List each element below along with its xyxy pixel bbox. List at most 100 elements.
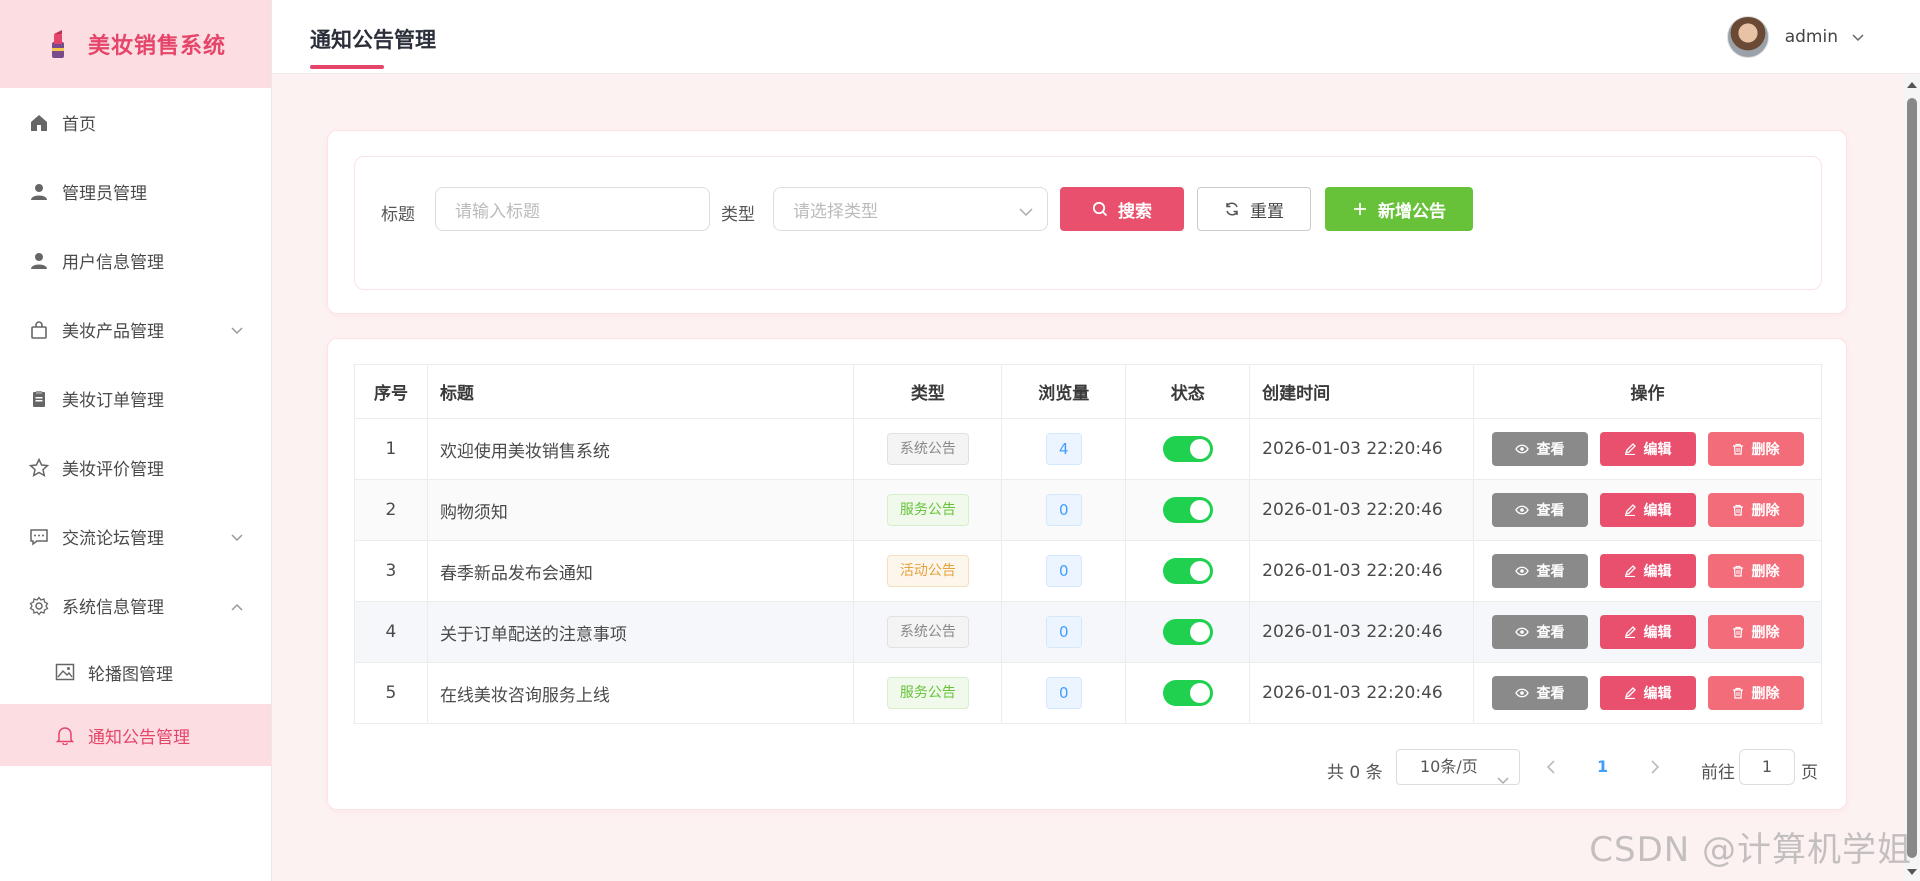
delete-button[interactable]: 删除 xyxy=(1707,493,1804,527)
sidebar-item-orders[interactable]: 美妆订单管理 xyxy=(0,364,271,433)
status-toggle[interactable] xyxy=(1162,619,1213,645)
status-toggle[interactable] xyxy=(1162,497,1213,523)
sidebar-item-system[interactable]: 系统信息管理 xyxy=(0,571,271,640)
sidebar-item-home[interactable]: 首页 xyxy=(0,88,271,157)
chevron-down-icon xyxy=(1497,763,1509,797)
type-tag: 活动公告 xyxy=(886,555,969,587)
eye-icon xyxy=(1514,688,1529,698)
view-button[interactable]: 查看 xyxy=(1491,676,1588,710)
edit-button[interactable]: 编辑 xyxy=(1599,554,1696,588)
table-row[interactable]: 1 欢迎使用美妆销售系统 系统公告 4 2026-01-03 22:20:46 … xyxy=(354,418,1822,480)
status-toggle[interactable] xyxy=(1162,558,1213,584)
table-row[interactable]: 5 在线美妆咨询服务上线 服务公告 0 2026-01-03 22:20:46 … xyxy=(354,662,1822,724)
prev-page-button[interactable] xyxy=(1546,759,1556,779)
active-tab-underline xyxy=(310,65,384,69)
sidebar-item-admins[interactable]: 管理员管理 xyxy=(0,157,271,226)
scroll-up-arrow-icon[interactable] xyxy=(1907,82,1917,88)
column-header-index[interactable]: 序号 xyxy=(354,364,428,419)
sidebar-item-forum[interactable]: 交流论坛管理 xyxy=(0,502,271,571)
plus-icon xyxy=(1352,201,1368,217)
view-button[interactable]: 查看 xyxy=(1491,432,1588,466)
trash-icon xyxy=(1732,565,1744,577)
sidebar-item-notices[interactable]: 通知公告管理 xyxy=(0,704,271,766)
gear-icon xyxy=(28,595,50,617)
view-button[interactable]: 查看 xyxy=(1491,554,1588,588)
app-title: 美妆销售系统 xyxy=(88,34,227,59)
table-row[interactable]: 2 购物须知 服务公告 0 2026-01-03 22:20:46 查看 编辑 … xyxy=(354,479,1822,541)
column-header-created[interactable]: 创建时间 xyxy=(1249,364,1474,419)
reset-button[interactable]: 重置 xyxy=(1197,187,1311,231)
user-menu[interactable]: admin xyxy=(1726,16,1864,58)
row-index: 5 xyxy=(354,662,428,724)
status-toggle[interactable] xyxy=(1162,680,1213,706)
trash-icon xyxy=(1732,687,1744,699)
chevron-down-icon xyxy=(231,320,243,340)
column-header-views[interactable]: 浏览量 xyxy=(1001,364,1127,419)
eye-icon xyxy=(1514,566,1529,576)
logo[interactable]: 美妆销售系统 xyxy=(0,0,271,88)
views-badge: 0 xyxy=(1045,555,1082,587)
title-search-input[interactable]: 请输入标题 xyxy=(435,187,710,231)
search-button[interactable]: 搜索 xyxy=(1060,187,1184,231)
edit-button[interactable]: 编辑 xyxy=(1599,493,1696,527)
column-header-title[interactable]: 标题 xyxy=(426,364,855,419)
clipboard-icon xyxy=(28,388,50,410)
notice-table: 序号 标题 类型 浏览量 状态 创建时间 操作 1 欢迎使用美妆销售系统 系统公… xyxy=(354,364,1822,724)
view-button[interactable]: 查看 xyxy=(1491,493,1588,527)
top-header: 通知公告管理 admin xyxy=(272,0,1920,74)
table-row[interactable]: 3 春季新品发布会通知 活动公告 0 2026-01-03 22:20:46 查… xyxy=(354,540,1822,602)
row-title: 购物须知 xyxy=(426,479,855,541)
lipstick-logo-icon xyxy=(46,28,72,60)
reset-button-label: 重置 xyxy=(1250,201,1284,222)
edit-button[interactable]: 编辑 xyxy=(1599,615,1696,649)
row-created-time: 2026-01-03 22:20:46 xyxy=(1249,601,1474,663)
views-badge: 0 xyxy=(1045,677,1082,709)
goto-page-input[interactable]: 1 xyxy=(1739,749,1795,785)
edit-button[interactable]: 编辑 xyxy=(1599,676,1696,710)
edit-button[interactable]: 编辑 xyxy=(1599,432,1696,466)
page-number-current[interactable]: 1 xyxy=(1597,757,1608,776)
delete-button[interactable]: 删除 xyxy=(1707,676,1804,710)
table-card: 序号 标题 类型 浏览量 状态 创建时间 操作 1 欢迎使用美妆销售系统 系统公… xyxy=(327,338,1847,810)
chevron-down-icon xyxy=(1852,27,1864,47)
type-select[interactable]: 请选择类型 xyxy=(773,187,1048,231)
sidebar-item-label: 交流论坛管理 xyxy=(62,529,164,549)
sidebar-item-label: 首页 xyxy=(62,115,96,135)
views-badge: 0 xyxy=(1045,494,1082,526)
watermark: CSDN @计算机学姐 xyxy=(1589,830,1912,870)
sidebar-item-reviews[interactable]: 美妆评价管理 xyxy=(0,433,271,502)
chat-icon xyxy=(28,526,50,548)
trash-icon xyxy=(1732,504,1744,516)
column-header-type[interactable]: 类型 xyxy=(853,364,1003,419)
trash-icon xyxy=(1732,626,1744,638)
bell-icon xyxy=(54,724,76,746)
page-size-select[interactable]: 10条/页 xyxy=(1396,749,1520,785)
chevron-up-icon xyxy=(231,596,243,616)
pencil-icon xyxy=(1624,626,1636,638)
delete-button[interactable]: 删除 xyxy=(1707,554,1804,588)
eye-icon xyxy=(1514,444,1529,454)
page-scrollbar[interactable] xyxy=(1904,74,1920,881)
row-title: 在线美妆咨询服务上线 xyxy=(426,662,855,724)
avatar[interactable] xyxy=(1726,16,1769,58)
sidebar-item-carousel[interactable]: 轮播图管理 xyxy=(0,640,271,704)
view-button[interactable]: 查看 xyxy=(1491,615,1588,649)
delete-button[interactable]: 删除 xyxy=(1707,432,1804,466)
table-row[interactable]: 4 关于订单配送的注意事项 系统公告 0 2026-01-03 22:20:46… xyxy=(354,601,1822,663)
next-page-button[interactable] xyxy=(1650,759,1660,779)
sidebar-item-products[interactable]: 美妆产品管理 xyxy=(0,295,271,364)
delete-button[interactable]: 删除 xyxy=(1707,615,1804,649)
row-title: 欢迎使用美妆销售系统 xyxy=(426,418,855,480)
column-header-status[interactable]: 状态 xyxy=(1125,364,1251,419)
add-notice-button[interactable]: 新增公告 xyxy=(1325,187,1473,231)
title-filter-label: 标题 xyxy=(381,205,415,225)
row-title: 春季新品发布会通知 xyxy=(426,540,855,602)
row-created-time: 2026-01-03 22:20:46 xyxy=(1249,418,1474,480)
pencil-icon xyxy=(1624,565,1636,577)
scroll-thumb[interactable] xyxy=(1907,98,1917,858)
status-toggle[interactable] xyxy=(1162,436,1213,462)
sidebar-item-users[interactable]: 用户信息管理 xyxy=(0,226,271,295)
sidebar-item-label: 美妆订单管理 xyxy=(62,391,164,411)
trash-icon xyxy=(1732,443,1744,455)
row-index: 3 xyxy=(354,540,428,602)
